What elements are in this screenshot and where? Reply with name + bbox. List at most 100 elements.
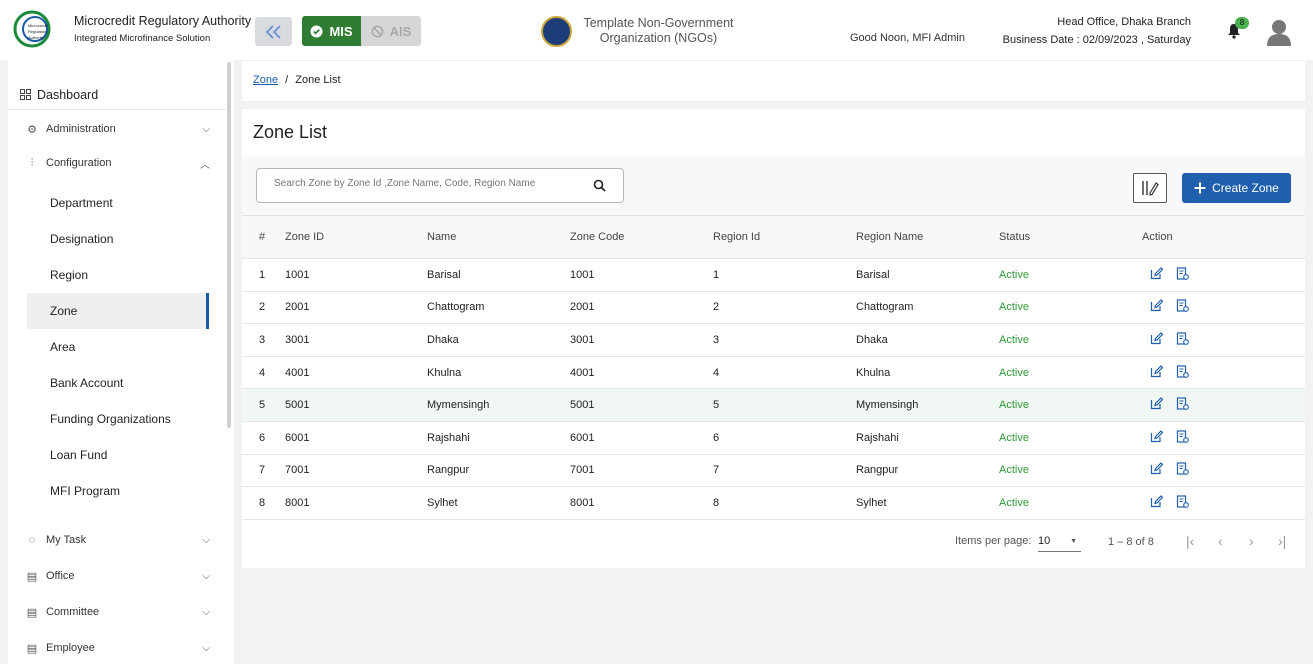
cell-region-id: 8 [713, 496, 720, 509]
search-icon[interactable] [593, 179, 606, 192]
col-header-zone-id[interactable]: Zone ID [285, 216, 427, 259]
col-header-region-name[interactable]: Region Name [856, 216, 999, 259]
user-avatar-icon[interactable] [1266, 18, 1292, 46]
sidebar-item-committee[interactable]: ▤ Committee ⌵ [26, 600, 212, 624]
cell-region-name: Sylhet [856, 496, 887, 509]
office-icon: ▤ [26, 570, 38, 583]
edit-icon[interactable] [1150, 299, 1163, 312]
table-row[interactable]: 3 3001 Dhaka 3001 3 Dhaka Active [242, 323, 1305, 357]
cell-index: 2 [259, 301, 266, 314]
cell-region-name: Dhaka [856, 333, 888, 346]
table-header-row: # Zone ID Name Zone Code Region Id Regio… [242, 215, 1305, 259]
top-header: Microcredit Regulatory Authority Microcr… [0, 0, 1313, 60]
next-page-icon[interactable]: › [1249, 533, 1254, 549]
col-header-index[interactable]: # [242, 216, 285, 259]
sidebar-subitem-designation[interactable]: Designation [27, 221, 209, 257]
details-icon[interactable] [1176, 495, 1189, 508]
edit-icon[interactable] [1150, 462, 1163, 475]
svg-text:Microcredit: Microcredit [28, 23, 48, 28]
sidebar-item-dashboard[interactable]: Dashboard [8, 80, 226, 110]
details-icon[interactable] [1176, 267, 1189, 280]
col-header-status[interactable]: Status [999, 216, 1142, 259]
government-seal-icon [541, 16, 572, 47]
page-range-label: 1 – 8 of 8 [1108, 536, 1154, 548]
table-row[interactable]: 8 8001 Sylhet 8001 8 Sylhet Active [242, 486, 1305, 520]
column-edit-icon [1142, 181, 1159, 196]
chevron-down-icon: ⌵ [202, 534, 210, 546]
table-row[interactable]: 7 7001 Rangpur 7001 7 Rangpur Active [242, 454, 1305, 487]
details-icon[interactable] [1176, 462, 1189, 476]
create-zone-label: Create Zone [1212, 181, 1279, 195]
cell-region-id: 2 [713, 301, 720, 314]
users-cog-icon: ⚙ [27, 123, 37, 136]
col-header-zone-code[interactable]: Zone Code [570, 216, 713, 259]
create-zone-button[interactable]: Create Zone [1182, 173, 1291, 203]
col-header-region-id[interactable]: Region Id [713, 216, 856, 259]
table-row[interactable]: 1 1001 Barisal 1001 1 Barisal Active [242, 258, 1305, 292]
double-chevron-left-icon [265, 24, 281, 39]
sidebar-item-employee[interactable]: ▤ Employee ⌵ [26, 636, 212, 660]
details-icon[interactable] [1176, 299, 1189, 313]
search-box[interactable] [256, 168, 624, 203]
edit-icon[interactable] [1150, 332, 1163, 345]
sidebar-item-configuration[interactable]: ⫶ Configuration ︿ [26, 151, 212, 175]
edit-icon[interactable] [1150, 364, 1163, 378]
chevron-down-icon: ⌵ [202, 606, 210, 618]
collapse-sidebar-button[interactable] [255, 17, 292, 46]
edit-icon[interactable] [1150, 495, 1163, 508]
cell-region-id: 6 [713, 431, 720, 444]
edit-icon[interactable] [1150, 266, 1163, 280]
column-settings-button[interactable] [1133, 173, 1167, 203]
caret-down-icon: ▼ [1070, 538, 1077, 545]
sidebar-subitem-mfi-program[interactable]: MFI Program [27, 473, 209, 509]
cell-index: 6 [259, 431, 266, 444]
sidebar-item-office[interactable]: ▤ Office ⌵ [26, 564, 212, 588]
sidebar-item-my-task[interactable]: ◌ My Task ⌵ [26, 528, 212, 552]
status-badge: Active [999, 399, 1029, 412]
details-icon[interactable] [1176, 332, 1189, 345]
sidebar-subitem-loan-fund[interactable]: Loan Fund [27, 437, 209, 473]
first-page-icon[interactable]: |‹ [1186, 533, 1194, 549]
committee-icon: ▤ [26, 606, 38, 619]
table-row[interactable]: 2 2001 Chattogram 2001 2 Chattogram Active [242, 291, 1305, 324]
status-badge: Active [999, 268, 1029, 281]
status-badge: Active [999, 366, 1029, 379]
cell-zone-id: 6001 [285, 431, 310, 444]
status-badge: Active [999, 301, 1029, 314]
sidebar-subitem-funding-organizations[interactable]: Funding Organizations [27, 401, 209, 437]
breadcrumb-link-zone[interactable]: Zone [253, 74, 278, 86]
table-row[interactable]: 6 6001 Rajshahi 6001 6 Rajshahi Active [242, 421, 1305, 455]
ais-toggle-button[interactable]: AIS [361, 16, 421, 46]
search-input[interactable] [274, 178, 584, 189]
items-per-page-select[interactable]: 10 ▼ [1038, 532, 1081, 552]
ngo-name: Template Non-Government Organization (NG… [583, 16, 734, 45]
cell-name: Dhaka [427, 333, 459, 346]
last-page-icon[interactable]: ›| [1278, 533, 1286, 549]
sidebar-subitem-region[interactable]: Region [27, 257, 209, 293]
cell-region-name: Chattogram [856, 301, 914, 314]
sidebar-item-label: Configuration [46, 157, 112, 169]
sidebar-subitem-bank-account[interactable]: Bank Account [27, 365, 209, 401]
details-icon[interactable] [1176, 430, 1189, 443]
items-per-page-label: Items per page: [955, 535, 1032, 547]
details-icon[interactable] [1176, 397, 1189, 411]
notification-badge: 8 [1235, 17, 1249, 29]
sidebar-subitem-area[interactable]: Area [27, 329, 209, 365]
details-icon[interactable] [1176, 364, 1189, 378]
cell-index: 4 [259, 366, 266, 379]
col-header-name[interactable]: Name [427, 216, 570, 259]
cell-action [1142, 454, 1305, 487]
cell-zone-code: 6001 [570, 431, 595, 444]
edit-icon[interactable] [1150, 397, 1163, 410]
mis-toggle-button[interactable]: MIS [302, 16, 361, 46]
sidebar-scrollbar[interactable] [227, 62, 231, 428]
previous-page-icon[interactable]: ‹ [1218, 533, 1223, 549]
sidebar-item-administration[interactable]: ⚙ Administration ⌵ [26, 117, 212, 141]
table-row[interactable]: 4 4001 Khulna 4001 4 Khulna Active [242, 356, 1305, 389]
sidebar-subitem-zone[interactable]: Zone [27, 293, 209, 329]
page-title: Zone List [253, 122, 328, 142]
sidebar-subitem-department[interactable]: Department [27, 185, 209, 221]
sliders-icon: ⫶ [30, 156, 34, 169]
edit-icon[interactable] [1150, 429, 1163, 443]
table-row[interactable]: 5 5001 Mymensingh 5001 5 Mymensingh Active [242, 388, 1305, 422]
